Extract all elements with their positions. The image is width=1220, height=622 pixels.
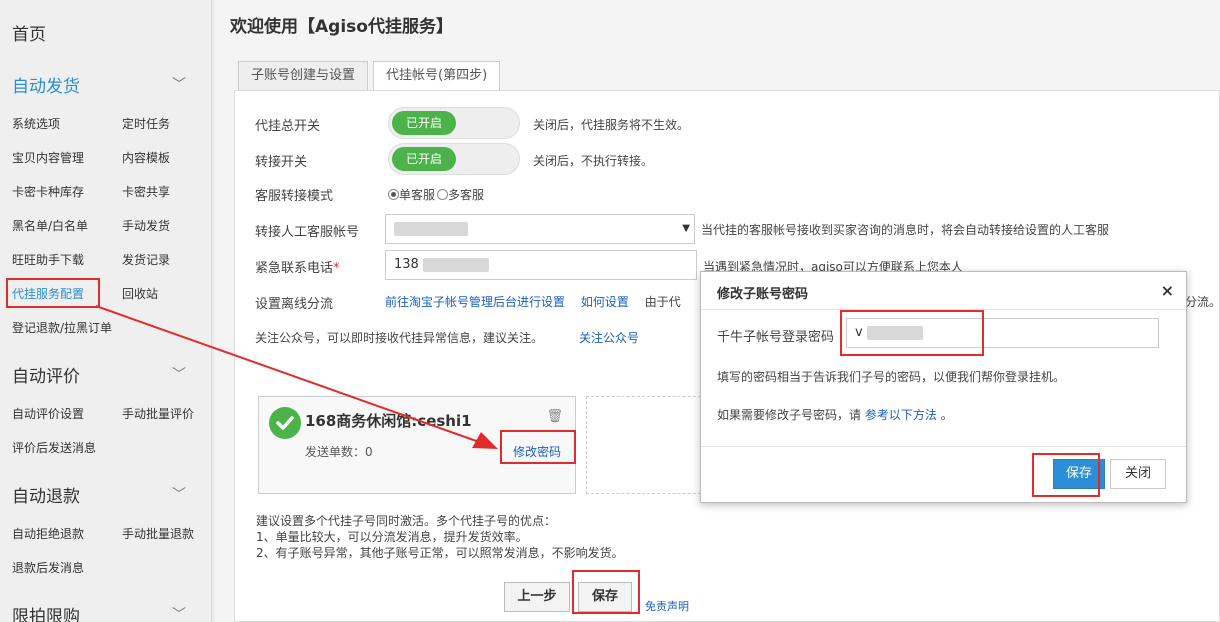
modal-header: 修改子账号密码 × [701, 272, 1186, 310]
highlight-box [840, 310, 984, 356]
change-password-modal: 修改子账号密码 × 千牛子帐号登录密码 v 填写的密码相当于告诉我们子号的密码，… [700, 271, 1187, 503]
modal-title: 修改子账号密码 [717, 287, 809, 302]
modal-info: 填写的密码相当于告诉我们子号的密码，以便我们帮你登录挂机。 [717, 370, 1066, 384]
modal-close-button[interactable]: 关闭 [1110, 459, 1166, 489]
password-field-label: 千牛子帐号登录密码 [717, 330, 835, 345]
highlight-box [1032, 453, 1100, 497]
modal-info-2: 如果需要修改子号密码，请 参考以下方法 。 [717, 408, 953, 422]
close-icon[interactable]: × [1161, 281, 1174, 300]
modal-footer: 保存 关闭 [701, 446, 1186, 504]
reference-link[interactable]: 参考以下方法 [865, 408, 937, 422]
